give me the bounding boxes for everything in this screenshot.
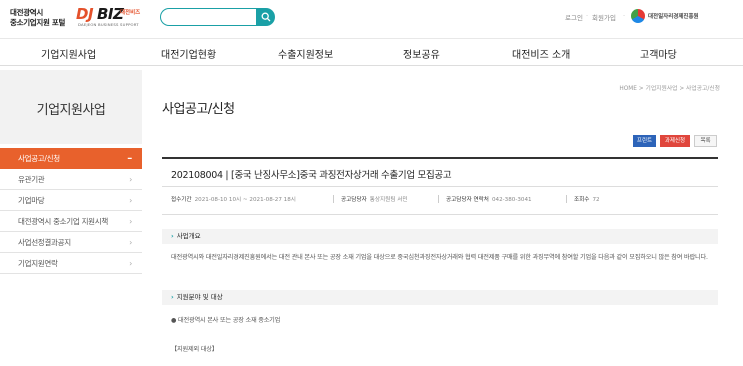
- org-logo-name[interactable]: 대전일자리경제진흥원: [648, 12, 699, 20]
- side-nav-item-biz-madang[interactable]: 기업마당 ›: [0, 190, 142, 211]
- top-bar: 대전광역시 중소기업지원 포털 DJ BIZ 대전비즈 DAEJEON BUSI…: [0, 0, 743, 36]
- chevron-right-icon: ›: [171, 232, 174, 240]
- side-nav-item-label: 기업마당: [18, 196, 45, 205]
- org-name-line2: 중소기업지원 포털: [10, 18, 66, 27]
- side-nav-title: 기업지원사업: [36, 103, 106, 118]
- divider: [162, 214, 718, 215]
- meta-views-value: 72: [592, 197, 600, 203]
- search-icon: [261, 12, 270, 22]
- divider: [162, 157, 718, 159]
- side-nav-item-notice-apply[interactable]: 사업공고/신청 –: [0, 148, 142, 169]
- meta-separator: [438, 195, 439, 203]
- gnb-item-about[interactable]: 대전비즈 소개: [512, 46, 570, 61]
- chevron-right-icon: ›: [129, 259, 132, 268]
- meta-manager-label: 공고담당자: [341, 197, 367, 203]
- org-name-line1: 대전광역시: [10, 8, 43, 17]
- side-nav-header: 기업지원사업: [0, 70, 142, 144]
- search-input[interactable]: [160, 8, 256, 26]
- overview-text: 대전광역시와 대전일자리경제진흥원에서는 대전 관내 본사 또는 공장 소재 기…: [171, 254, 708, 261]
- portal-logo-text[interactable]: 대전광역시 중소기업지원 포털: [10, 8, 65, 28]
- minus-icon: –: [127, 153, 132, 164]
- side-nav-item-support-contact[interactable]: 기업지원연락 ›: [0, 253, 142, 274]
- meta-period-label: 접수기간: [171, 197, 192, 203]
- logo-dj[interactable]: DJ: [76, 5, 94, 23]
- side-nav-item-label: 유관기관: [18, 175, 45, 184]
- chevron-right-icon: ›: [171, 293, 174, 301]
- print-button[interactable]: 프린트: [633, 135, 656, 147]
- chevron-right-icon: ›: [129, 238, 132, 247]
- list-button[interactable]: 목록: [694, 135, 717, 147]
- section-heading-target: › 지원분야 및 대상: [162, 290, 718, 305]
- side-nav-item-city-policy[interactable]: 대전광역시 중소기업 지원시책 ›: [0, 211, 142, 232]
- signup-link[interactable]: 회원가입: [592, 12, 616, 22]
- post-title: 202108004 | [중국 난징사무소]중국 과징전자상거래 수출기업 모집…: [171, 170, 452, 181]
- util-separator: ·: [623, 12, 626, 20]
- search-button[interactable]: [256, 8, 275, 26]
- divider: [162, 186, 718, 187]
- meta-period: 접수기간 2021-08-10 10시 ~ 2021-08-27 18시: [171, 195, 296, 203]
- login-link[interactable]: 로그인: [565, 12, 583, 22]
- section-heading-text: 지원분야 및 대상: [176, 293, 223, 301]
- meta-manager-value: 통상지원팀 서민: [369, 197, 408, 203]
- side-nav-item-label: 대전광역시 중소기업 지원시책: [18, 217, 108, 226]
- meta-contact-value: 042-380-3041: [491, 197, 532, 203]
- util-separator: ·: [586, 12, 589, 20]
- meta-contact-label: 공고담당자 연락처: [446, 197, 489, 203]
- gnb-item-info-share[interactable]: 정보공유: [403, 46, 440, 61]
- side-nav-item-selection-results[interactable]: 사업선정결과공지 ›: [0, 232, 142, 253]
- meta-views: 조회수 72: [574, 195, 600, 203]
- section-heading-overview: › 사업개요: [162, 229, 718, 244]
- gnb-item-customer[interactable]: 고객마당: [640, 46, 677, 61]
- chevron-right-icon: ›: [129, 175, 132, 184]
- exclusion-note: 【지원제외 대상】: [171, 346, 218, 353]
- logo-subtitle: DAEJEON BUSINESS SUPPORT: [78, 22, 139, 27]
- chevron-right-icon: ›: [129, 196, 132, 205]
- side-nav-item-label: 사업선정결과공지: [18, 238, 71, 247]
- gnb-item-business-support[interactable]: 기업지원사업: [41, 46, 96, 61]
- logo-daejeon-label: 대전비즈: [120, 10, 141, 16]
- side-nav: 사업공고/신청 – 유관기관 › 기업마당 › 대전광역시 중소기업 지원시책 …: [0, 148, 142, 274]
- apply-button[interactable]: 과제신청: [660, 135, 690, 147]
- meta-contact: 공고담당자 연락처 042-380-3041: [446, 195, 532, 203]
- side-nav-item-related-orgs[interactable]: 유관기관 ›: [0, 169, 142, 190]
- global-nav: 기업지원사업 대전기업현황 수출지원정보 정보공유 대전비즈 소개 고객마당: [0, 38, 743, 66]
- side-nav-item-label: 기업지원연락: [18, 259, 58, 268]
- meta-views-label: 조회수: [574, 197, 590, 203]
- meta-separator: [566, 195, 567, 203]
- section-heading-text: 사업개요: [176, 232, 201, 240]
- breadcrumb: HOME > 기업지원사업 > 사업공고/신청: [619, 86, 720, 92]
- meta-period-value: 2021-08-10 10시 ~ 2021-08-27 18시: [194, 197, 296, 203]
- target-item: ● 대전광역시 본사 또는 공장 소재 중소기업: [171, 317, 281, 324]
- gnb-item-export-info[interactable]: 수출지원정보: [278, 46, 333, 61]
- chevron-right-icon: ›: [129, 217, 132, 226]
- side-nav-item-label: 사업공고/신청: [18, 154, 60, 163]
- meta-separator: [333, 195, 334, 203]
- gnb-item-company-status[interactable]: 대전기업현황: [161, 46, 216, 61]
- meta-manager: 공고담당자 통상지원팀 서민: [341, 195, 408, 203]
- org-logo-icon[interactable]: [631, 9, 645, 23]
- page-title: 사업공고/신청: [162, 102, 235, 117]
